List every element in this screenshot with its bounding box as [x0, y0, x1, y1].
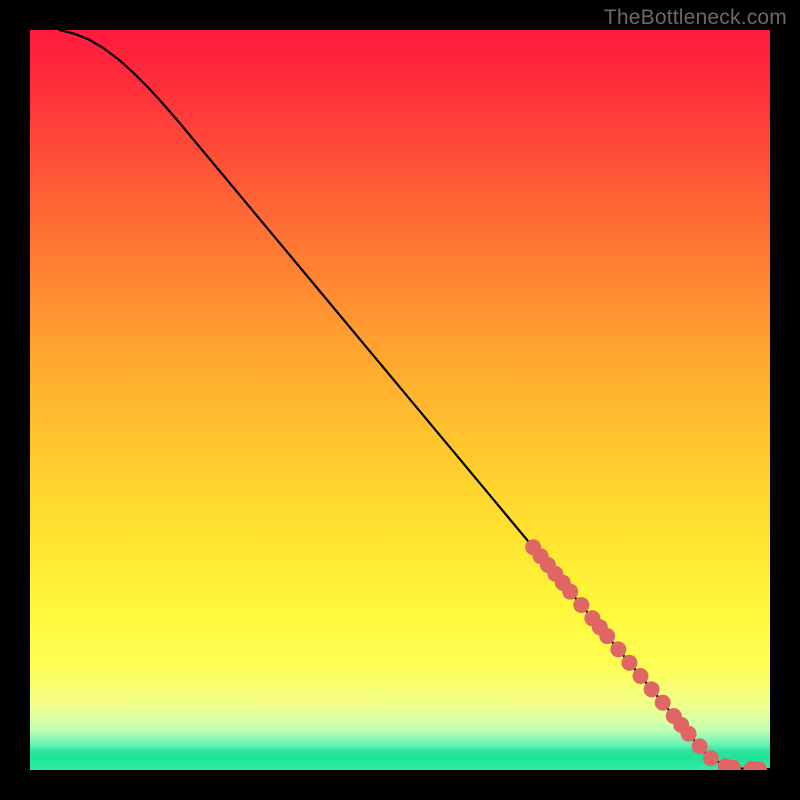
marker-point [621, 655, 637, 671]
marker-point [573, 597, 589, 613]
marker-point [703, 750, 719, 766]
watermark-text: TheBottleneck.com [604, 6, 787, 30]
marker-point [562, 584, 578, 600]
marker-series [525, 539, 767, 770]
marker-point [599, 628, 615, 644]
marker-point [655, 695, 671, 711]
marker-point [692, 738, 708, 754]
marker-point [681, 726, 697, 742]
chart-svg [30, 30, 770, 770]
marker-point [633, 668, 649, 684]
marker-point [610, 641, 626, 657]
chart-frame: TheBottleneck.com [0, 0, 800, 800]
marker-point [644, 681, 660, 697]
curve-line [60, 30, 770, 769]
plot-area [30, 30, 770, 770]
